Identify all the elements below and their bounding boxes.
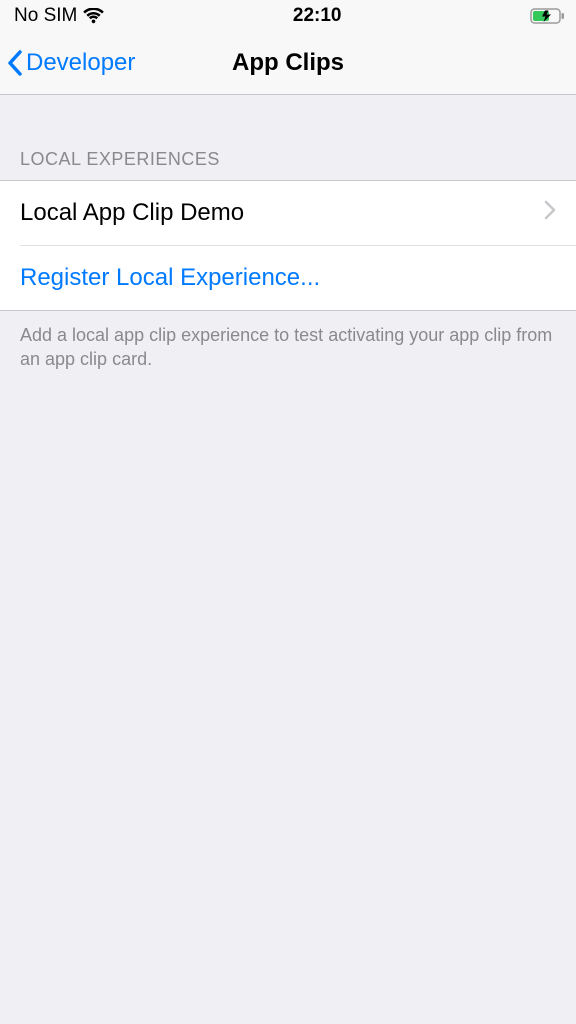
status-left: No SIM — [14, 5, 104, 27]
cell-label: Register Local Experience... — [20, 264, 320, 292]
settings-group: Local App Clip Demo Register Local Exper… — [0, 180, 576, 311]
chevron-left-icon — [6, 49, 26, 77]
back-button[interactable]: Developer — [6, 32, 135, 94]
status-time: 22:10 — [293, 5, 342, 27]
wifi-icon — [83, 8, 104, 24]
status-bar: No SIM 22:10 — [0, 0, 576, 32]
navigation-bar: Developer App Clips — [0, 32, 576, 95]
section-footer: Add a local app clip experience to test … — [0, 311, 576, 372]
register-local-experience-cell[interactable]: Register Local Experience... — [0, 246, 576, 310]
back-button-label: Developer — [26, 49, 135, 77]
local-app-clip-demo-cell[interactable]: Local App Clip Demo — [0, 181, 576, 245]
status-right — [530, 8, 566, 24]
cell-label: Local App Clip Demo — [20, 199, 244, 227]
carrier-text: No SIM — [14, 5, 77, 27]
battery-icon — [530, 8, 566, 24]
section-header: LOCAL EXPERIENCES — [0, 95, 576, 180]
chevron-right-icon — [544, 199, 556, 227]
